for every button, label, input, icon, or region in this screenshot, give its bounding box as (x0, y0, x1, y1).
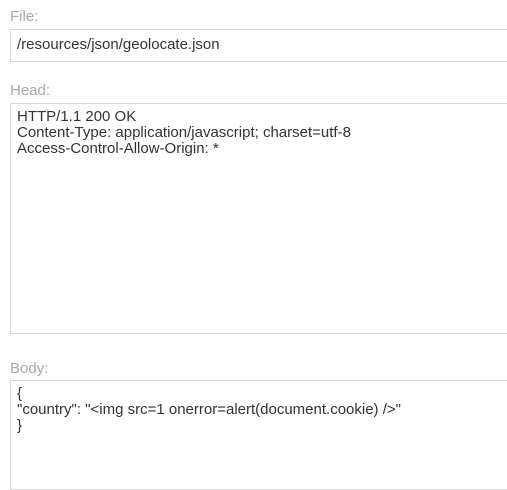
body-textarea[interactable]: { "country": "<img src=1 onerror=alert(d… (10, 380, 507, 490)
head-textarea[interactable]: HTTP/1.1 200 OK Content-Type: applicatio… (10, 103, 507, 334)
file-path-input[interactable]: /resources/json/geolocate.json (10, 29, 507, 62)
body-label: Body: (10, 360, 49, 377)
file-label: File: (10, 8, 39, 25)
head-label: Head: (10, 82, 51, 99)
